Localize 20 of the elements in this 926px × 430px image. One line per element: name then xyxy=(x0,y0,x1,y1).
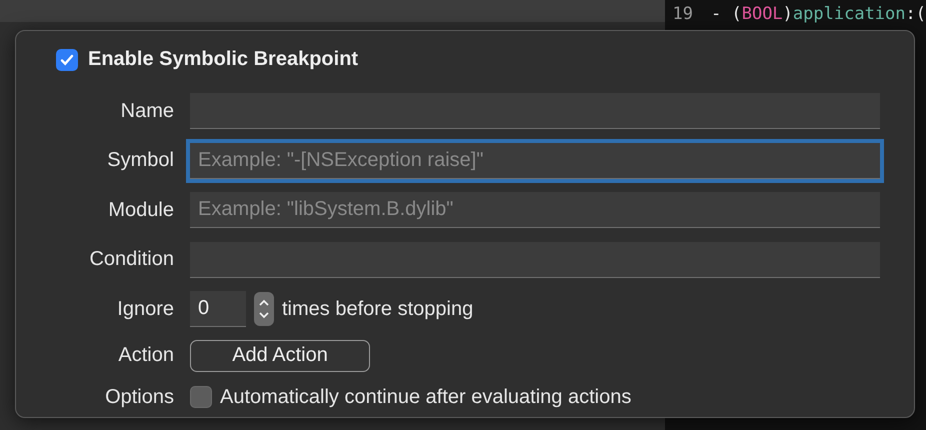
input-field[interactable]: Example: "libSystem.B.dylib" xyxy=(190,192,880,228)
add-action-button[interactable]: Add Action xyxy=(190,340,370,372)
field-label: Options xyxy=(105,386,174,409)
ignore-suffix: times before stopping xyxy=(282,298,474,321)
field-label: Symbol xyxy=(107,149,174,172)
field-label: Module xyxy=(108,198,174,222)
checkbox[interactable] xyxy=(190,386,212,408)
checkbox[interactable] xyxy=(56,48,78,71)
field-label: Action xyxy=(118,344,174,368)
field-label: Condition xyxy=(89,248,174,272)
field-label: Ignore xyxy=(117,298,174,321)
input-field[interactable] xyxy=(190,93,880,130)
checkbox-label: Automatically continue after evaluating actions xyxy=(220,386,632,409)
stepper-icon[interactable] xyxy=(254,292,274,326)
checkbox-label: Enable Symbolic Breakpoint xyxy=(88,48,358,72)
number-field[interactable]: 0 xyxy=(190,291,246,328)
line-number: 19 xyxy=(672,4,693,24)
field-label: Name xyxy=(120,100,174,123)
code-line: - (BOOL)application:( xyxy=(711,4,926,24)
input-field[interactable] xyxy=(190,242,880,278)
